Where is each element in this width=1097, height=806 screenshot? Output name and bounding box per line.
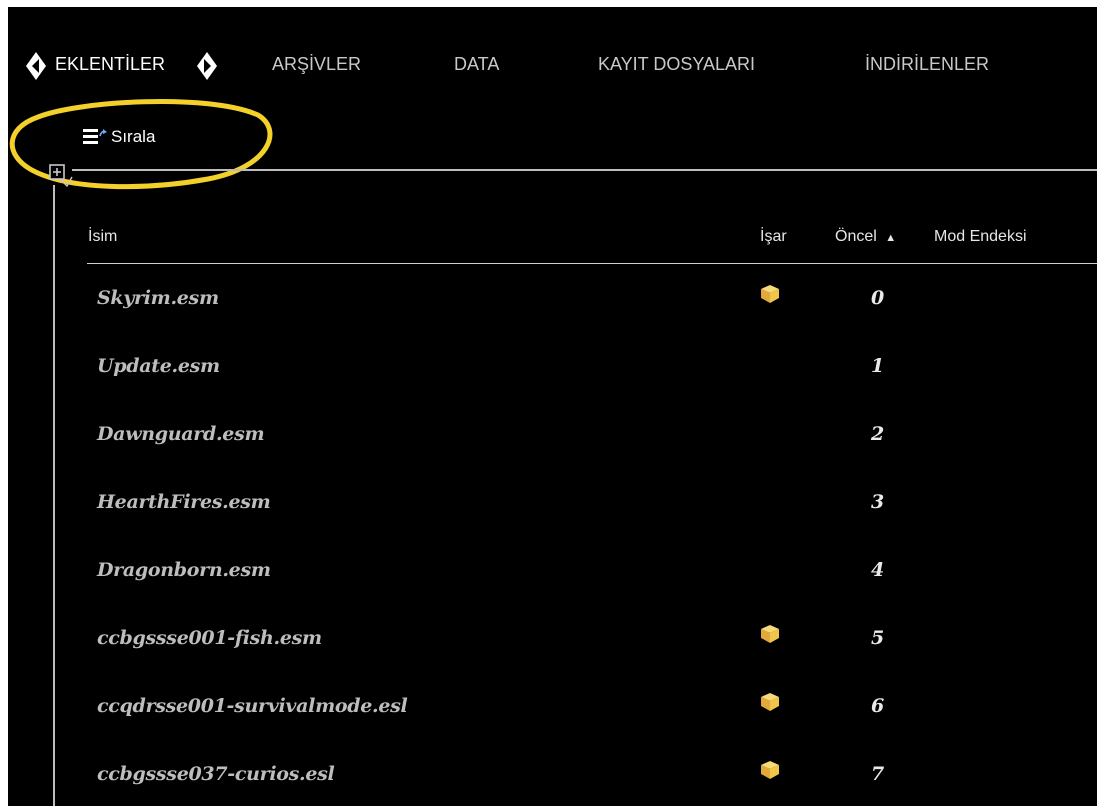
column-header-mod-index[interactable]: Mod Endeksi bbox=[934, 228, 1027, 246]
table-row[interactable]: Dragonborn.esm 4 bbox=[87, 551, 1097, 591]
plugin-name: Update.esm bbox=[97, 355, 220, 377]
sort-label: Sırala bbox=[111, 127, 156, 146]
plugin-priority: 5 bbox=[871, 627, 885, 649]
column-header-priority-label: Öncel bbox=[835, 228, 877, 245]
plugin-name: HearthFires.esm bbox=[97, 491, 271, 513]
sort-ascending-icon: ▲ bbox=[885, 232, 897, 244]
prev-tab-arrow-icon[interactable] bbox=[25, 51, 47, 81]
table-row[interactable]: Update.esm 1 bbox=[87, 347, 1097, 387]
plugin-name: Skyrim.esm bbox=[97, 287, 219, 309]
tab-data[interactable]: DATA bbox=[454, 54, 499, 75]
header-divider bbox=[87, 263, 1097, 264]
table-row[interactable]: ccqdrsse001-survivalmode.esl 6 bbox=[87, 687, 1097, 727]
collapse-group-icon[interactable] bbox=[47, 162, 73, 188]
package-icon bbox=[761, 693, 779, 711]
column-header-flags[interactable]: İşar bbox=[760, 228, 787, 246]
plugin-priority: 0 bbox=[871, 287, 885, 309]
tab-bar: EKLENTİLER ARŞİVLER DATA KAYIT DOSYALARI… bbox=[8, 7, 1097, 80]
plugin-priority: 2 bbox=[871, 423, 885, 445]
tab-downloads[interactable]: İNDİRİLENLER bbox=[865, 54, 989, 75]
sort-icon bbox=[83, 129, 107, 144]
mod-organizer-window: EKLENTİLER ARŞİVLER DATA KAYIT DOSYALARI… bbox=[8, 7, 1097, 806]
panel-left-border bbox=[53, 185, 55, 806]
plugin-priority: 7 bbox=[871, 763, 885, 785]
table-row[interactable]: HearthFires.esm 3 bbox=[87, 483, 1097, 523]
plugin-priority: 4 bbox=[871, 559, 885, 581]
package-icon bbox=[761, 625, 779, 643]
table-row[interactable]: ccbgssse037-curios.esl 7 bbox=[87, 755, 1097, 795]
plugin-priority: 3 bbox=[871, 491, 885, 513]
plugin-name: Dragonborn.esm bbox=[97, 559, 271, 581]
table-row[interactable]: Skyrim.esm 0 bbox=[87, 279, 1097, 319]
column-header-priority[interactable]: Öncel ▲ bbox=[835, 228, 896, 246]
plugin-name: ccqdrsse001-survivalmode.esl bbox=[97, 695, 408, 717]
panel-top-border bbox=[72, 169, 1097, 171]
plugin-name: ccbgssse037-curios.esl bbox=[97, 763, 335, 785]
plugin-priority: 6 bbox=[871, 695, 885, 717]
package-icon bbox=[761, 761, 779, 779]
tab-saves[interactable]: KAYIT DOSYALARI bbox=[598, 54, 755, 75]
table-row[interactable]: ccbgssse001-fish.esm 5 bbox=[87, 619, 1097, 659]
sort-button[interactable]: Sırala bbox=[83, 122, 155, 152]
package-icon bbox=[761, 285, 779, 303]
table-row[interactable]: Dawnguard.esm 2 bbox=[87, 415, 1097, 455]
plugin-name: ccbgssse001-fish.esm bbox=[97, 627, 322, 649]
plugin-priority: 1 bbox=[871, 355, 885, 377]
tab-plugins[interactable]: EKLENTİLER bbox=[55, 54, 165, 75]
plugin-name: Dawnguard.esm bbox=[97, 423, 265, 445]
tab-archives[interactable]: ARŞİVLER bbox=[272, 54, 361, 75]
next-tab-arrow-icon[interactable] bbox=[196, 51, 218, 81]
column-header-name[interactable]: İsim bbox=[88, 228, 117, 246]
